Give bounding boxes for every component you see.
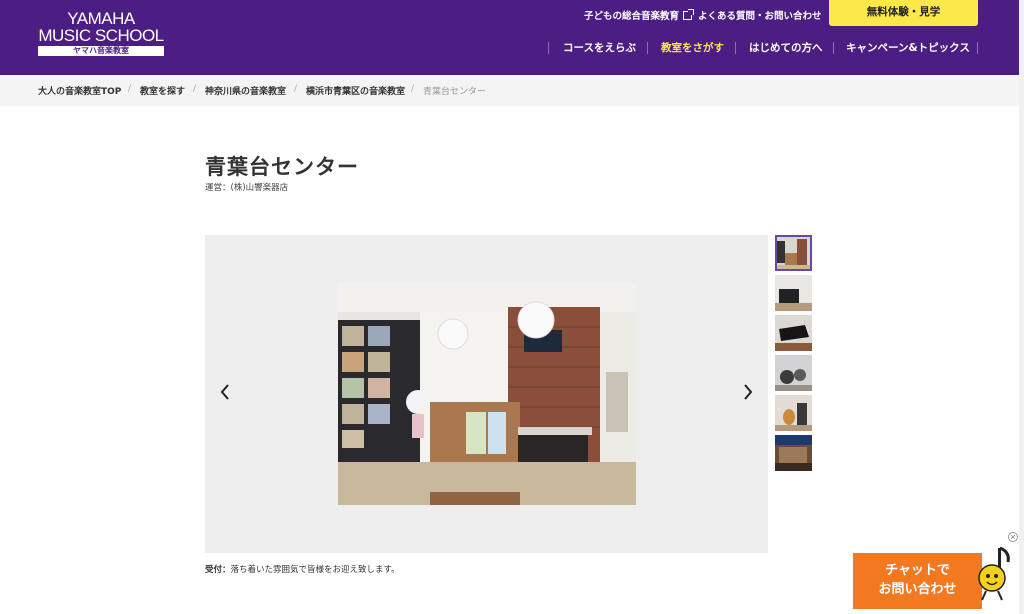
logo-sub: ヤマハ音楽教室 bbox=[38, 46, 164, 56]
nav-divider bbox=[833, 42, 834, 54]
thumbnail-reception[interactable] bbox=[775, 235, 812, 271]
nav-item-campaign-topics[interactable]: キャンペーン&トピックス bbox=[846, 41, 970, 55]
breadcrumb-item-adult-top[interactable]: 大人の音楽教室TOP bbox=[38, 84, 121, 97]
thumbnail-guitar-room[interactable] bbox=[775, 395, 812, 431]
breadcrumb-separator: / bbox=[193, 84, 197, 94]
nav-item-first-time[interactable]: はじめての方へ bbox=[749, 41, 823, 55]
caption-label: 受付： bbox=[205, 565, 231, 575]
site-header: YAMAHA MUSIC SCHOOL ヤマハ音楽教室 子どもの総合音楽教育 よ… bbox=[0, 0, 1024, 75]
thumbnail-drum-room[interactable] bbox=[775, 355, 812, 391]
page-title: 青葉台センター bbox=[205, 155, 359, 179]
util-link-kids-education-label: 子どもの総合音楽教育 bbox=[584, 11, 680, 22]
external-link-icon bbox=[683, 9, 695, 20]
logo-line1: YAMAHA bbox=[67, 9, 135, 28]
nav-item-courses[interactable]: コースをえらぶ bbox=[563, 41, 636, 55]
breadcrumb: 大人の音楽教室TOP / 教室を探す / 神奈川県の音楽教室 / 横浜市青葉区の… bbox=[0, 75, 1024, 106]
thumbnail-exterior[interactable] bbox=[775, 435, 812, 471]
nav-item-find-school[interactable]: 教室をさがす bbox=[661, 41, 724, 55]
gallery-prev-button[interactable] bbox=[219, 382, 231, 402]
thumbnail-piano-room[interactable] bbox=[775, 275, 812, 311]
breadcrumb-item-find-school[interactable]: 教室を探す bbox=[140, 84, 185, 97]
chevron-right-icon bbox=[744, 384, 753, 400]
nav-divider bbox=[977, 42, 978, 54]
chat-line1: チャットで bbox=[885, 563, 950, 578]
nav-divider bbox=[647, 42, 648, 54]
nav-divider bbox=[548, 42, 549, 54]
page-scrollbar[interactable] bbox=[1019, 0, 1024, 614]
chevron-left-icon bbox=[220, 384, 229, 400]
yamaha-music-school-logo[interactable]: YAMAHA MUSIC SCHOOL ヤマハ音楽教室 bbox=[38, 9, 164, 56]
main-photo-reception bbox=[338, 282, 636, 505]
chat-close-button[interactable]: × bbox=[1008, 532, 1018, 542]
breadcrumb-item-current: 青葉台センター bbox=[423, 87, 487, 97]
nav-divider bbox=[735, 42, 736, 54]
gallery-next-button[interactable] bbox=[742, 382, 754, 402]
chat-contact-button[interactable]: チャットで お問い合わせ bbox=[853, 553, 982, 609]
photo-gallery bbox=[205, 235, 768, 553]
photo-caption: 受付：落ち着いた雰囲気で皆様をお迎え致します。 bbox=[205, 563, 400, 575]
util-link-faq-contact[interactable]: よくある質問・お問い合わせ bbox=[698, 8, 822, 22]
operator-text: 運営：(株)山響楽器店 bbox=[205, 183, 289, 193]
free-trial-button[interactable]: 無料体験・見学 bbox=[829, 0, 978, 26]
breadcrumb-item-kanagawa[interactable]: 神奈川県の音楽教室 bbox=[205, 84, 286, 97]
music-note-mascot-icon bbox=[978, 546, 1010, 601]
chat-line2: お問い合わせ bbox=[878, 582, 957, 597]
breadcrumb-item-aoba-ward[interactable]: 横浜市青葉区の音楽教室 bbox=[306, 84, 405, 97]
main-nav: コースをえらぶ 教室をさがす はじめての方へ キャンペーン&トピックス bbox=[548, 41, 980, 55]
breadcrumb-separator: / bbox=[128, 84, 132, 94]
caption-text: 落ち着いた雰囲気で皆様をお迎え致します。 bbox=[230, 565, 400, 575]
breadcrumb-separator: / bbox=[411, 84, 415, 94]
thumbnail-grand-piano[interactable] bbox=[775, 315, 812, 351]
breadcrumb-separator: / bbox=[294, 84, 298, 94]
util-link-kids-education[interactable]: 子どもの総合音楽教育 bbox=[584, 8, 695, 22]
logo-line2: MUSIC SCHOOL bbox=[38, 26, 164, 45]
